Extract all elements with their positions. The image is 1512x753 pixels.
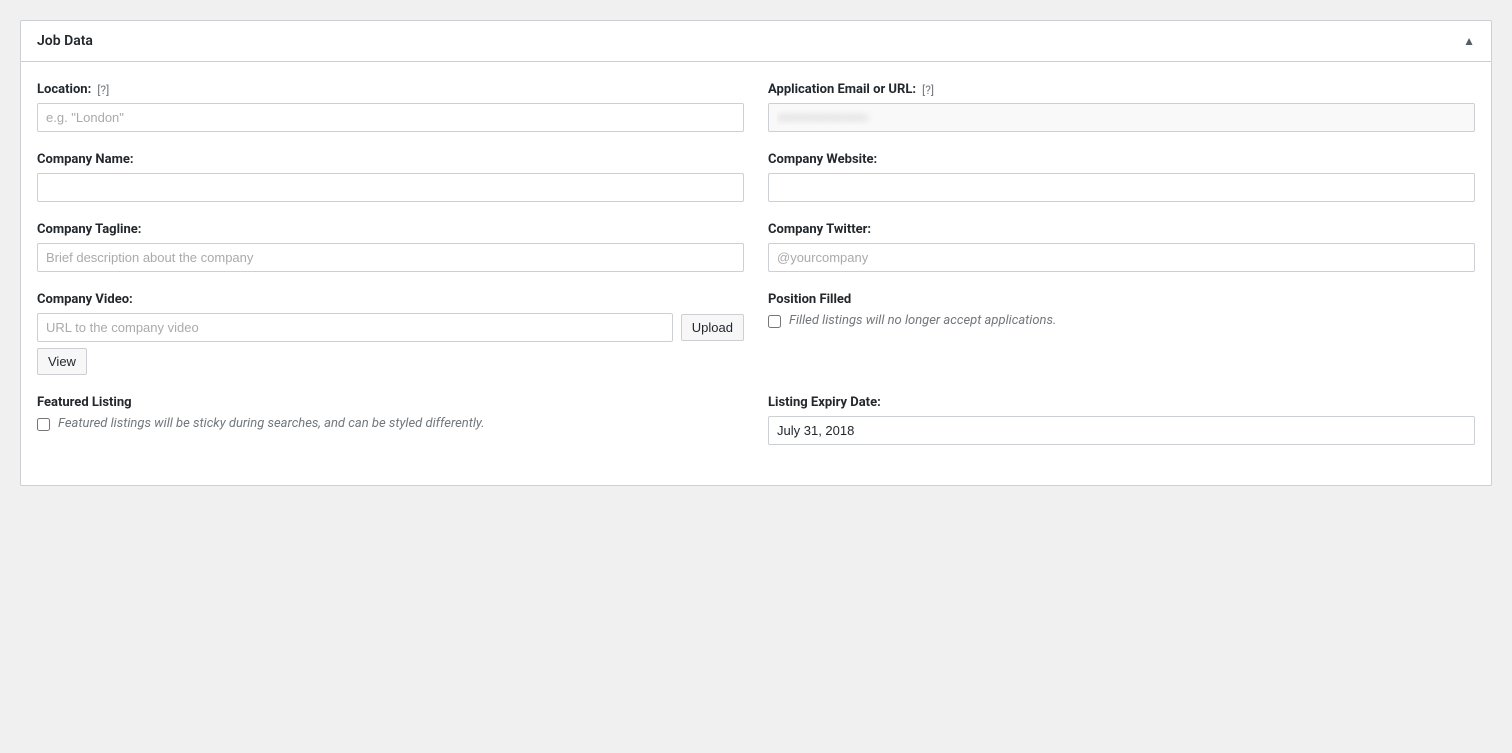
company-video-label: Company Video: (37, 292, 744, 307)
company-twitter-label: Company Twitter: (768, 222, 1475, 237)
location-label: Location: [?] (37, 82, 744, 97)
position-filled-group: Position Filled Filled listings will no … (768, 292, 1475, 375)
company-website-label: Company Website: (768, 152, 1475, 167)
company-tagline-label: Company Tagline: (37, 222, 744, 237)
job-data-panel: Job Data ▲ Location: [?] Application Ema… (20, 20, 1492, 486)
panel-title: Job Data (37, 33, 93, 49)
position-filled-checkbox-row: Filled listings will no longer accept ap… (768, 313, 1475, 328)
application-email-input[interactable] (768, 103, 1475, 132)
application-email-label: Application Email or URL: [?] (768, 82, 1475, 97)
company-video-group: Company Video: Upload View (37, 292, 744, 375)
listing-expiry-group: Listing Expiry Date: (768, 395, 1475, 445)
position-filled-checkbox-label: Filled listings will no longer accept ap… (789, 313, 1056, 328)
upload-button[interactable]: Upload (681, 314, 744, 341)
featured-listing-checkbox[interactable] (37, 418, 50, 431)
application-email-group: Application Email or URL: [?] (768, 82, 1475, 132)
company-name-group: Company Name: (37, 152, 744, 202)
company-name-input[interactable] (37, 173, 744, 202)
company-tagline-input[interactable] (37, 243, 744, 272)
position-filled-checkbox[interactable] (768, 315, 781, 328)
company-website-input[interactable] (768, 173, 1475, 202)
video-input-row: Upload (37, 313, 744, 342)
listing-expiry-input[interactable] (768, 416, 1475, 445)
panel-body: Location: [?] Application Email or URL: … (21, 62, 1491, 485)
position-filled-label: Position Filled (768, 292, 1475, 307)
application-email-help[interactable]: [?] (922, 83, 934, 97)
location-group: Location: [?] (37, 82, 744, 132)
panel-toggle-icon[interactable]: ▲ (1463, 34, 1475, 48)
location-help[interactable]: [?] (97, 83, 109, 97)
company-name-label: Company Name: (37, 152, 744, 167)
featured-listing-group: Featured Listing Featured listings will … (37, 395, 744, 445)
location-input[interactable] (37, 103, 744, 132)
featured-listing-checkbox-label: Featured listings will be sticky during … (58, 416, 485, 431)
company-video-input[interactable] (37, 313, 673, 342)
company-twitter-input[interactable] (768, 243, 1475, 272)
featured-listing-label: Featured Listing (37, 395, 744, 410)
company-website-group: Company Website: (768, 152, 1475, 202)
form-grid: Location: [?] Application Email or URL: … (37, 82, 1475, 465)
panel-header: Job Data ▲ (21, 21, 1491, 62)
listing-expiry-label: Listing Expiry Date: (768, 395, 1475, 410)
company-tagline-group: Company Tagline: (37, 222, 744, 272)
featured-listing-checkbox-row: Featured listings will be sticky during … (37, 416, 744, 431)
view-button[interactable]: View (37, 348, 87, 375)
company-twitter-group: Company Twitter: (768, 222, 1475, 272)
